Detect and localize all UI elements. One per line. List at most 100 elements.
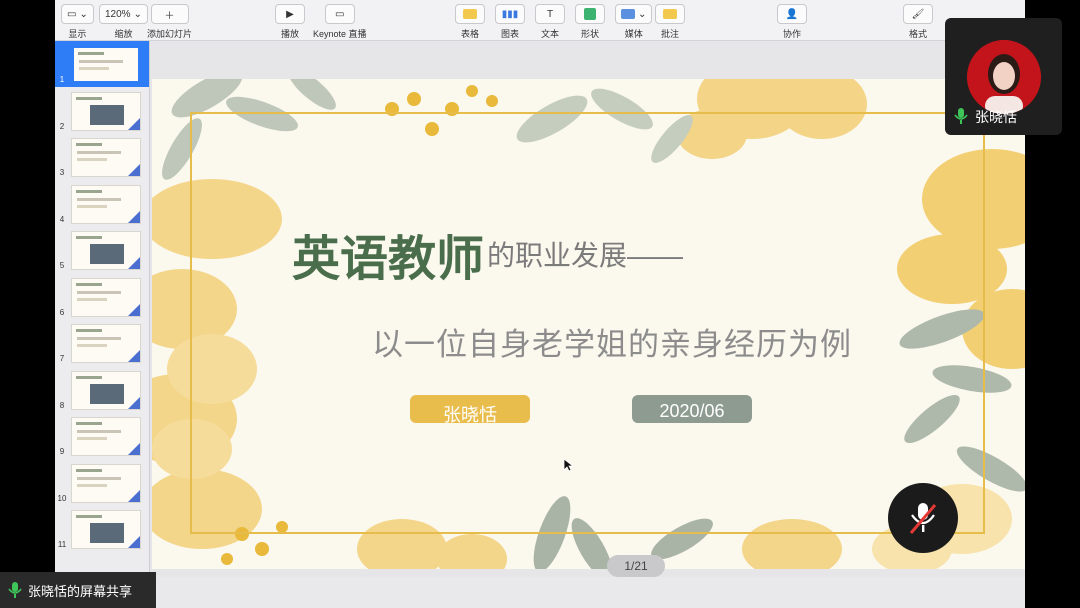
slide-thumbnail[interactable] xyxy=(71,231,141,270)
view-icon: ▭ xyxy=(67,8,77,20)
thumbnail-tx2 xyxy=(77,483,107,487)
presenter-name-box: 张晓恬 xyxy=(410,395,530,423)
thumbnail-tl xyxy=(76,96,102,100)
add-slide-button[interactable]: ＋ 添加幻灯片 xyxy=(147,4,192,40)
keynote-live-button[interactable]: ▭ Keynote 直播 xyxy=(313,4,367,40)
thumbnail-tpic xyxy=(90,383,124,404)
thumbnail-tc xyxy=(128,396,140,409)
thumbnail-tx2 xyxy=(77,297,107,301)
chevron-down-icon: ⌄ xyxy=(133,8,142,20)
media-label: 媒体 xyxy=(624,29,643,39)
thumbnail-tc xyxy=(128,117,140,130)
thumbnail-tx2 xyxy=(79,67,109,70)
paintbrush-icon: 🖌 xyxy=(911,8,925,20)
thumbnail-tc xyxy=(128,164,140,176)
microphone-muted-icon xyxy=(909,503,937,534)
slide-thumbnail[interactable] xyxy=(71,370,141,410)
monitor-icon: ▭ xyxy=(335,8,345,20)
thumbnail-tc xyxy=(128,350,140,362)
slide-thumbnail[interactable] xyxy=(71,463,141,503)
zoom-select[interactable]: 120% ⌄ 缩放 xyxy=(99,4,148,40)
slide-thumbnail[interactable] xyxy=(71,324,141,363)
slide-number: 5 xyxy=(59,261,65,270)
slide-thumbnail[interactable] xyxy=(71,417,141,456)
thumbnail-tc xyxy=(128,210,140,223)
media-button[interactable]: ⌄ 媒体 xyxy=(615,4,653,40)
text-icon: T xyxy=(546,8,554,20)
thumbnail-tl xyxy=(76,468,102,472)
slide-thumbnail[interactable] xyxy=(71,184,141,224)
thumbnail-tc xyxy=(128,443,140,455)
text-button[interactable]: T 文本 xyxy=(535,4,565,40)
collaborate-button[interactable]: 👤 协作 xyxy=(777,4,807,40)
comment-label: 批注 xyxy=(660,29,679,39)
thumbnail-tx xyxy=(79,60,123,63)
slide-number: 10 xyxy=(57,493,67,503)
slide[interactable]: 英语教师 的职业发展—— 以一位自身老学姐的亲身经历为例 张晓恬 2020/06 xyxy=(152,79,1025,569)
date-text: 2020/06 xyxy=(659,401,725,421)
slide-thumbnail[interactable] xyxy=(71,45,141,84)
chart-button[interactable]: ▮▮▮ 图表 xyxy=(495,4,525,40)
chevron-down-icon: ⌄ xyxy=(79,8,88,20)
thumbnail-tl xyxy=(78,52,104,55)
thumbnail-tx xyxy=(77,476,121,480)
slide-thumbnail[interactable] xyxy=(71,91,141,131)
chart-icon: ▮▮▮ xyxy=(501,8,519,20)
mute-button[interactable] xyxy=(888,483,958,553)
slide-title-rest: 的职业发展—— xyxy=(487,240,684,271)
thumbnail-tc xyxy=(128,489,140,502)
slide-number: 2 xyxy=(59,121,65,131)
slide-subtitle: 以一位自身老学姐的亲身经历为例 xyxy=(372,327,852,362)
thumbnail-tl xyxy=(76,143,102,146)
view-label: 显示 xyxy=(68,29,87,39)
table-button[interactable]: 表格 xyxy=(455,4,485,40)
slide-thumbnail[interactable] xyxy=(71,138,141,177)
zoom-label: 缩放 xyxy=(114,29,133,39)
slide-number: 6 xyxy=(59,307,65,317)
screen-share-label-bar: 张晓恬的屏幕共享 xyxy=(0,572,156,608)
zoom-value: 120% xyxy=(105,8,131,20)
participant-video-tile[interactable]: 张晓恬 xyxy=(945,18,1062,135)
slide-number: 1 xyxy=(59,75,65,84)
thumbnail-tc xyxy=(128,257,140,269)
mouse-cursor-icon xyxy=(563,458,573,472)
thumbnail-tc xyxy=(128,536,140,548)
format-button[interactable]: 🖌 格式 xyxy=(903,4,933,40)
thumbnail-tpic xyxy=(90,104,124,125)
toolbar: ▭ ⌄ 显示 120% ⌄ 缩放 ＋ 添加幻灯片 ▶ 播放 ▭ Keynote 直播… xyxy=(55,0,1025,41)
thumbnail-tl xyxy=(76,422,102,425)
keynote-window: ▭ ⌄ 显示 120% ⌄ 缩放 ＋ 添加幻灯片 ▶ 播放 ▭ Keynote 直播… xyxy=(55,0,1025,608)
slide-number: 9 xyxy=(59,447,65,456)
thumbnail-tl xyxy=(76,515,102,518)
format-label: 格式 xyxy=(908,29,927,39)
chevron-down-icon: ⌄ xyxy=(638,8,647,20)
play-label: 播放 xyxy=(280,29,299,39)
thumbnail-tl xyxy=(76,189,102,193)
add-slide-label: 添加幻灯片 xyxy=(147,29,193,39)
slide-thumbnail[interactable] xyxy=(71,510,141,549)
slide-thumbnail[interactable] xyxy=(71,277,141,317)
date-box: 2020/06 xyxy=(632,395,752,423)
participant-avatar xyxy=(967,40,1041,114)
slide-navigator[interactable]: 1 2 3 4 5 6 7 8 9 10 11 xyxy=(55,41,150,577)
thumbnail-tx2 xyxy=(77,158,107,161)
view-button[interactable]: ▭ ⌄ 显示 xyxy=(61,4,94,40)
thumbnail-tl xyxy=(76,375,102,379)
shape-button[interactable]: 形状 xyxy=(575,4,605,40)
thumbnail-tc xyxy=(128,303,140,316)
slide-number: 8 xyxy=(59,400,65,410)
slide-number: 7 xyxy=(59,354,65,363)
play-button[interactable]: ▶ 播放 xyxy=(275,4,305,40)
screen-share-label: 张晓恬的屏幕共享 xyxy=(28,583,133,599)
thumbnail-tx2 xyxy=(77,204,107,208)
shape-label: 形状 xyxy=(580,29,599,39)
slide-number: 4 xyxy=(59,214,65,224)
slide-number: 3 xyxy=(59,168,65,177)
chart-label: 图表 xyxy=(500,29,519,39)
slide-title-main: 英语教师 xyxy=(292,233,485,286)
comment-button[interactable]: 批注 xyxy=(655,4,685,40)
microphone-icon xyxy=(8,582,22,598)
play-icon: ▶ xyxy=(286,8,294,20)
thumbnail-tpic xyxy=(90,523,124,543)
keynote-live-label: Keynote 直播 xyxy=(313,29,367,39)
